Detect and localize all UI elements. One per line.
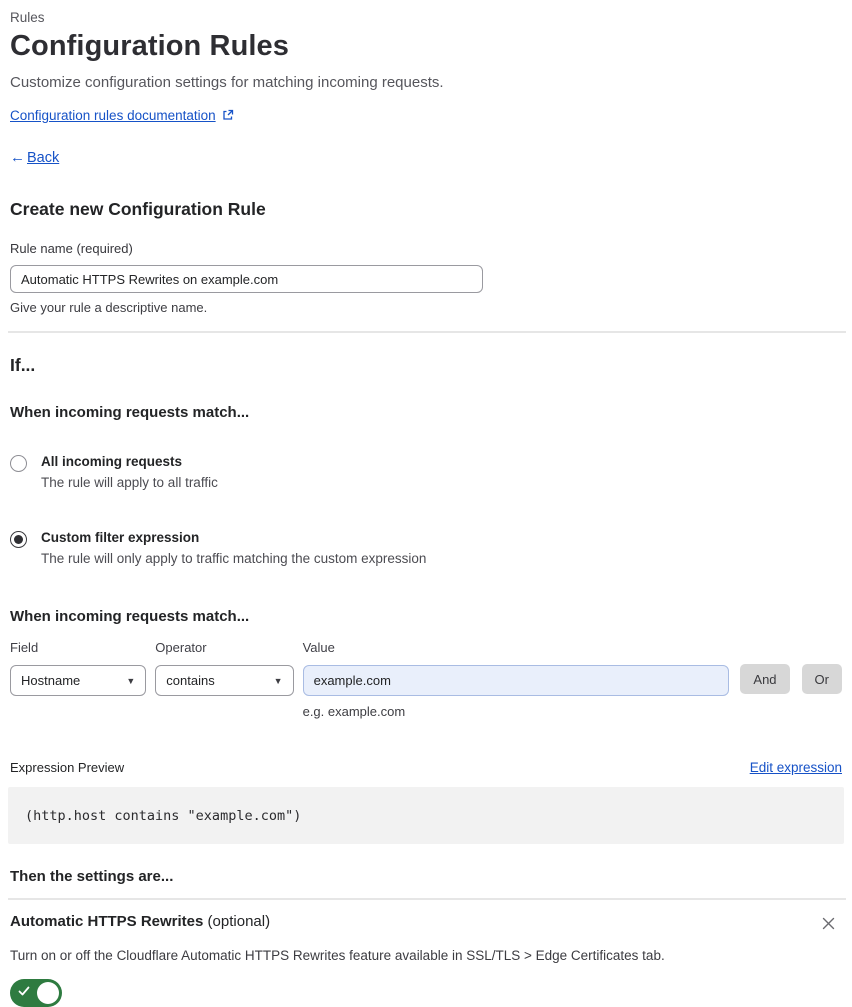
edit-expression-link[interactable]: Edit expression xyxy=(750,760,842,775)
field-select-value: Hostname xyxy=(21,673,81,688)
rule-name-input[interactable] xyxy=(10,265,483,293)
rule-name-help: Give your rule a descriptive name. xyxy=(10,300,208,315)
field-select[interactable]: Hostname ▼ xyxy=(10,665,147,696)
radio-option-description: The rule will apply to all traffic xyxy=(41,475,218,490)
automatic-https-rewrites-toggle[interactable] xyxy=(10,979,62,1007)
external-link-icon xyxy=(222,109,234,124)
rule-name-label: Rule name (required) xyxy=(10,241,133,256)
radio-option-description: The rule will only apply to traffic matc… xyxy=(41,551,427,566)
value-input[interactable] xyxy=(302,665,730,696)
value-column-label: Value xyxy=(302,640,335,655)
page-subtitle: Customize configuration settings for mat… xyxy=(10,74,444,91)
back-link[interactable]: ← Back xyxy=(10,149,842,166)
radio-checked-icon[interactable] xyxy=(10,531,27,548)
radio-option-label: Custom filter expression xyxy=(41,530,200,545)
radio-option-label: All incoming requests xyxy=(41,454,183,469)
operator-select-value: contains xyxy=(166,673,215,688)
setting-title: Automatic HTTPS Rewrites (optional) xyxy=(10,913,270,930)
setting-title-suffix: (optional) xyxy=(203,913,271,930)
or-button[interactable]: Or xyxy=(801,664,842,694)
close-setting-button[interactable] xyxy=(819,914,838,936)
close-icon xyxy=(822,917,835,930)
radio-unchecked-icon[interactable] xyxy=(10,455,27,472)
and-button[interactable]: And xyxy=(740,664,790,694)
expression-code-box: (http.host contains "example.com") xyxy=(8,787,844,844)
operator-select[interactable]: contains ▼ xyxy=(155,665,294,696)
back-arrow-icon: ← xyxy=(10,149,25,166)
breadcrumb: Rules xyxy=(10,10,45,25)
setting-card-automatic-https-rewrites: Automatic HTTPS Rewrites (optional) Turn… xyxy=(8,898,846,1007)
page-title: Configuration Rules xyxy=(10,30,289,62)
radio-option-all-requests[interactable]: All incoming requests The rule will appl… xyxy=(10,454,842,490)
chevron-down-icon: ▼ xyxy=(273,675,283,686)
match-heading-2: When incoming requests match... xyxy=(10,608,250,625)
documentation-link[interactable]: Configuration rules documentation xyxy=(10,108,216,123)
expression-preview-label: Expression Preview xyxy=(10,760,125,775)
if-heading: If... xyxy=(10,355,36,375)
setting-title-main: Automatic HTTPS Rewrites xyxy=(10,913,204,930)
operator-column-label: Operator xyxy=(155,640,207,655)
toggle-knob xyxy=(37,982,59,1004)
match-heading-1: When incoming requests match... xyxy=(10,404,250,421)
checkmark-icon xyxy=(18,985,30,997)
create-rule-heading: Create new Configuration Rule xyxy=(10,199,266,219)
setting-description: Turn on or off the Cloudflare Automatic … xyxy=(10,948,665,963)
value-hint: e.g. example.com xyxy=(302,704,406,719)
field-column-label: Field xyxy=(10,640,39,655)
section-divider xyxy=(8,331,846,333)
back-link-label[interactable]: Back xyxy=(27,150,59,166)
then-heading: Then the settings are... xyxy=(10,868,174,885)
chevron-down-icon: ▼ xyxy=(126,675,136,686)
radio-option-custom-filter[interactable]: Custom filter expression The rule will o… xyxy=(10,530,842,566)
